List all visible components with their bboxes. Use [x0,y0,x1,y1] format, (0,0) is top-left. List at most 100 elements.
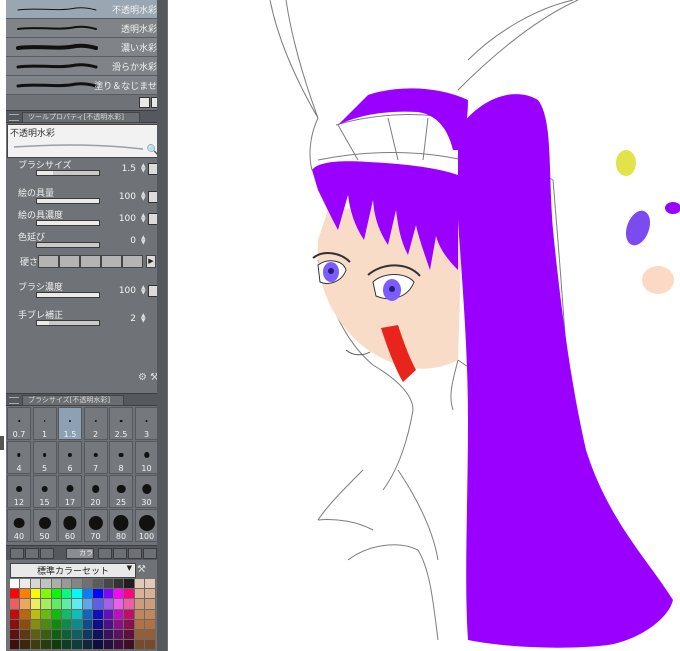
color-set-select[interactable]: 標準カラーセット ▼ [10,563,136,578]
color-swatch[interactable] [93,599,103,609]
color-swatch[interactable] [134,579,145,589]
color-swatch[interactable] [62,599,72,609]
color-swatch[interactable] [103,589,113,599]
color-swatch[interactable] [145,579,155,589]
color-swatch[interactable] [145,630,155,640]
color-swatch[interactable] [93,630,103,640]
color-swatch[interactable] [134,630,145,640]
color-swatch[interactable] [114,630,124,640]
color-stretch-slider[interactable] [36,242,100,248]
brush-size-option[interactable]: 0.7 [7,407,31,440]
color-swatch[interactable] [41,589,51,599]
color-swatch[interactable] [41,609,51,619]
color-swatch[interactable] [124,609,134,619]
color-swatch[interactable] [103,640,113,650]
color-swatch[interactable] [114,599,124,609]
brush-size-option[interactable]: 3 [134,407,159,440]
brush-size-header[interactable]: ブラシサイズ[不透明水彩] [6,393,161,406]
hardness-arrow-icon[interactable]: ▶ [146,255,156,268]
color-swatch[interactable] [103,630,113,640]
color-swatch[interactable] [93,619,103,629]
color-swatch[interactable] [10,599,20,609]
brush-size-option[interactable]: 6 [58,441,82,474]
color-swatch[interactable] [124,589,134,599]
color-swatch[interactable] [41,619,51,629]
color-swatch[interactable] [41,640,51,650]
panel-grip-icon[interactable] [9,397,19,404]
brush-density-spinner[interactable]: ▲ ▼ [141,285,147,296]
color-swatch[interactable] [72,599,82,609]
approximate-color-tab[interactable] [98,548,112,559]
color-swatch[interactable] [72,640,82,650]
settings-gear-icon[interactable]: ⚙ [138,373,148,383]
color-swatch[interactable] [20,630,30,640]
color-swatch[interactable] [114,619,124,629]
paint-density-slider[interactable] [36,220,100,226]
brush-size-option[interactable]: 7 [83,441,108,474]
brush-size-option[interactable]: 4 [7,441,31,474]
color-swatch[interactable] [145,640,155,650]
intermediate-color-tab[interactable] [40,548,54,559]
color-swatch[interactable] [103,609,113,619]
sub-tool-item[interactable]: 濃い水彩 [6,38,161,57]
brush-size-spinner[interactable]: ▲ ▼ [141,163,147,174]
sub-tool-item[interactable]: 塗り＆なじませ [6,76,161,95]
color-swatch[interactable] [20,579,30,589]
color-swatch[interactable] [10,640,20,650]
brush-size-option[interactable]: 8 [109,441,133,474]
brush-size-option[interactable]: 2.5 [109,407,133,440]
hardness-level-5[interactable] [122,255,143,268]
duplicate-icon[interactable] [139,97,150,108]
color-swatch[interactable] [145,589,155,599]
color-swatch[interactable] [93,579,103,589]
color-swatch[interactable] [30,599,41,609]
color-swatch[interactable] [103,619,113,629]
color-swatch[interactable] [10,589,20,599]
brush-size-option[interactable]: 17 [58,475,82,508]
color-swatch[interactable] [124,640,134,650]
brush-size-option[interactable]: 25 [109,475,133,508]
color-swatch[interactable] [114,609,124,619]
color-swatch[interactable] [114,640,124,650]
color-swatch[interactable] [124,579,134,589]
color-swatch[interactable] [20,609,30,619]
brush-size-option[interactable]: 70 [83,509,108,542]
color-stretch-spinner[interactable]: ▲ ▼ [141,235,147,246]
paint-amount-slider[interactable] [36,198,100,204]
brush-size-option[interactable]: 50 [32,509,57,542]
color-swatch[interactable] [62,579,72,589]
color-swatch[interactable] [124,599,134,609]
hardness-level-3[interactable] [80,255,101,268]
brush-size-option[interactable]: 1.5 [58,407,82,440]
brush-size-option[interactable]: 10 [134,441,159,474]
color-swatch[interactable] [93,589,103,599]
brush-size-slider[interactable] [36,170,100,176]
color-swatch[interactable] [10,630,20,640]
sub-tool-item[interactable]: 透明水彩 [6,19,161,38]
color-swatch[interactable] [30,589,41,599]
color-swatch[interactable] [72,579,82,589]
color-wheel-tab[interactable] [10,548,24,559]
color-swatch[interactable] [30,640,41,650]
color-swatch[interactable] [145,609,155,619]
color-swatch[interactable] [51,630,61,640]
color-set-tab[interactable]: カラ [66,548,94,559]
color-swatch[interactable] [62,589,72,599]
brush-density-slider[interactable] [36,292,100,298]
color-swatch[interactable] [10,609,20,619]
brush-size-option[interactable]: 80 [109,509,133,542]
brush-size-option[interactable]: 2 [83,407,108,440]
color-swatch[interactable] [82,609,93,619]
color-swatch[interactable] [134,599,145,609]
stabilization-spinner[interactable]: ▲ ▼ [141,313,147,324]
color-swatch[interactable] [62,619,72,629]
color-swatch[interactable] [41,599,51,609]
brush-size-option[interactable]: 60 [58,509,82,542]
color-swatch[interactable] [20,599,30,609]
sub-tool-item[interactable]: 滑らか水彩 [6,57,161,76]
color-swatch[interactable] [145,619,155,629]
color-swatch[interactable] [82,630,93,640]
sub-tool-item[interactable]: 不透明水彩 [6,0,161,19]
color-swatch[interactable] [82,619,93,629]
color-swatch[interactable] [72,619,82,629]
